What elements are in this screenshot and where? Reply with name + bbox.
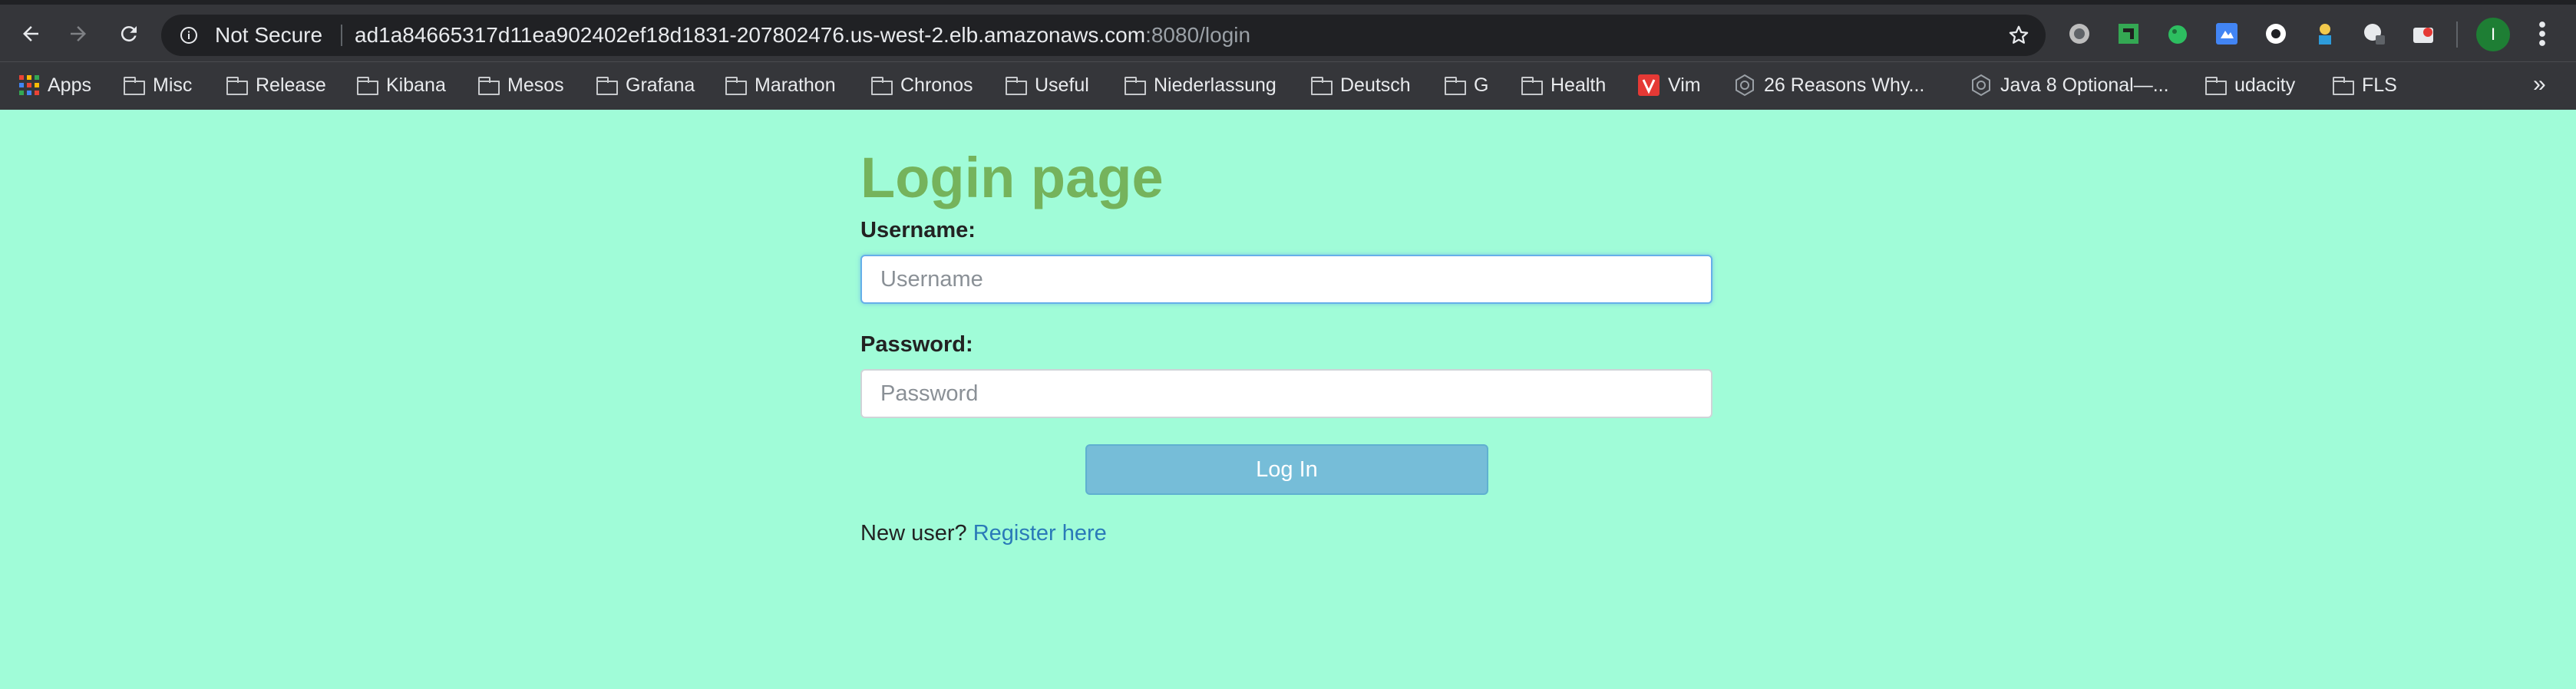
url-text[interactable]: ad1a84665317d11ea902402ef18d1831-2078024… <box>355 23 1250 48</box>
login-button[interactable]: Log In <box>1085 444 1488 495</box>
bookmark-label: Apps <box>48 74 91 96</box>
bookmark-label: Marathon <box>755 74 836 96</box>
address-separator <box>341 25 342 46</box>
bookmark-label: Kibana <box>386 74 446 96</box>
folder-icon <box>596 77 618 95</box>
folder-icon <box>2205 77 2227 95</box>
bookmark-label: Deutsch <box>1340 74 1411 96</box>
bookmark-vim[interactable]: Vim <box>1637 73 1701 97</box>
hex-icon <box>1735 74 1754 97</box>
forward-button[interactable] <box>61 17 95 51</box>
page-title: Login page <box>860 146 1164 209</box>
bookmark-folder-chronos[interactable]: Chronos <box>871 73 973 97</box>
folder-icon <box>478 77 500 95</box>
browser-chrome: Not Secure ad1a84665317d11ea902402ef18d1… <box>0 0 2576 110</box>
bookmarks-bar: Apps Misc Release Kibana Mesos Grafana M… <box>0 61 2576 110</box>
bookmark-folder-marathon[interactable]: Marathon <box>725 73 836 97</box>
back-button[interactable] <box>14 17 48 51</box>
bookmark-label: Chronos <box>900 74 973 96</box>
bookmark-label: Misc <box>153 74 193 96</box>
browser-toolbar: Not Secure ad1a84665317d11ea902402ef18d1… <box>0 5 2576 61</box>
folder-icon <box>1521 77 1543 95</box>
folder-icon <box>1125 77 1146 95</box>
address-bar[interactable]: Not Secure ad1a84665317d11ea902402ef18d1… <box>161 15 2046 56</box>
profile-avatar[interactable]: I <box>2476 18 2510 51</box>
bookmarks-overflow-button[interactable]: » <box>2533 71 2546 97</box>
bookmark-label: G <box>1474 74 1489 96</box>
reload-button[interactable] <box>112 17 146 51</box>
url-host: ad1a84665317d11ea902402ef18d1831-2078024… <box>355 23 1146 47</box>
bookmark-label: udacity <box>2234 74 2296 96</box>
evernote-icon[interactable] <box>2165 21 2190 46</box>
bookmark-label: Java 8 Optional—... <box>2000 74 2169 96</box>
bookmark-folder-misc[interactable]: Misc <box>124 73 192 97</box>
folder-icon <box>1445 77 1466 95</box>
vim-icon <box>1638 74 1660 96</box>
bookmark-folder-health[interactable]: Health <box>1521 73 1606 97</box>
bookmark-label: Vim <box>1668 74 1701 96</box>
login-page: Login page Username: Password: Log In Ne… <box>0 110 2576 689</box>
bookmark-folder-fls[interactable]: FLS <box>2333 73 2397 97</box>
folder-icon <box>871 77 893 95</box>
register-link[interactable]: Register here <box>973 521 1107 546</box>
register-prompt: New user? Register here <box>860 521 1107 546</box>
folder-icon <box>124 77 145 95</box>
reload-icon <box>121 26 137 42</box>
bookmark-folder-g[interactable]: G <box>1445 73 1488 97</box>
username-input[interactable] <box>860 255 1712 304</box>
extension-circle-icon[interactable] <box>2067 21 2092 46</box>
folder-icon <box>2333 77 2354 95</box>
bookmark-folder-grafana[interactable]: Grafana <box>596 73 695 97</box>
folder-icon <box>1006 77 1027 95</box>
extension-globe-icon[interactable] <box>2362 21 2386 46</box>
bookmark-folder-deutsch[interactable]: Deutsch <box>1311 73 1411 97</box>
extension-white-circle-icon[interactable] <box>2264 21 2288 46</box>
bookmark-folder-useful[interactable]: Useful <box>1006 73 1089 97</box>
bookmark-label: Release <box>256 74 326 96</box>
bookmark-label: Niederlassung <box>1154 74 1276 96</box>
bookmark-folder-udacity[interactable]: udacity <box>2205 73 2295 97</box>
extension-red-icon[interactable] <box>2411 21 2436 46</box>
bookmark-java-8-optional[interactable]: Java 8 Optional—... <box>1970 73 2169 97</box>
folder-icon <box>357 77 378 95</box>
toolbar-divider <box>2456 21 2458 48</box>
bookmark-label: Health <box>1551 74 1607 96</box>
url-path: :8080/login <box>1145 23 1251 47</box>
extension-green-arrow-icon[interactable] <box>2116 21 2141 46</box>
bookmark-label: Useful <box>1035 74 1089 96</box>
folder-icon <box>725 77 747 95</box>
password-input[interactable] <box>860 369 1712 418</box>
bookmark-apps[interactable]: Apps <box>18 73 91 97</box>
info-icon[interactable] <box>180 26 198 45</box>
extension-detective-icon[interactable] <box>2313 21 2337 46</box>
bookmark-folder-release[interactable]: Release <box>226 73 326 97</box>
folder-icon <box>226 77 248 95</box>
more-menu-icon[interactable] <box>2533 20 2551 48</box>
back-arrow-icon <box>23 26 38 41</box>
bookmark-folder-mesos[interactable]: Mesos <box>478 73 564 97</box>
bookmark-label: 26 Reasons Why... <box>1764 74 1925 96</box>
bookmark-star-icon[interactable] <box>2007 24 2030 47</box>
forward-arrow-icon <box>71 26 86 41</box>
security-label[interactable]: Not Secure <box>215 23 322 48</box>
password-label: Password: <box>860 332 973 357</box>
bookmark-folder-kibana[interactable]: Kibana <box>357 73 446 97</box>
apps-grid-icon <box>19 75 39 95</box>
new-user-text: New user? <box>860 521 967 546</box>
bookmark-label: FLS <box>2362 74 2397 96</box>
folder-icon <box>1311 77 1333 95</box>
extension-blue-icon[interactable] <box>2214 21 2239 46</box>
bookmark-label: Mesos <box>507 74 564 96</box>
hex-icon <box>1972 74 1990 97</box>
bookmark-folder-niederlassung[interactable]: Niederlassung <box>1125 73 1276 97</box>
username-label: Username: <box>860 218 976 242</box>
bookmark-26-reasons[interactable]: 26 Reasons Why... <box>1733 73 1924 97</box>
bookmark-label: Grafana <box>626 74 695 96</box>
